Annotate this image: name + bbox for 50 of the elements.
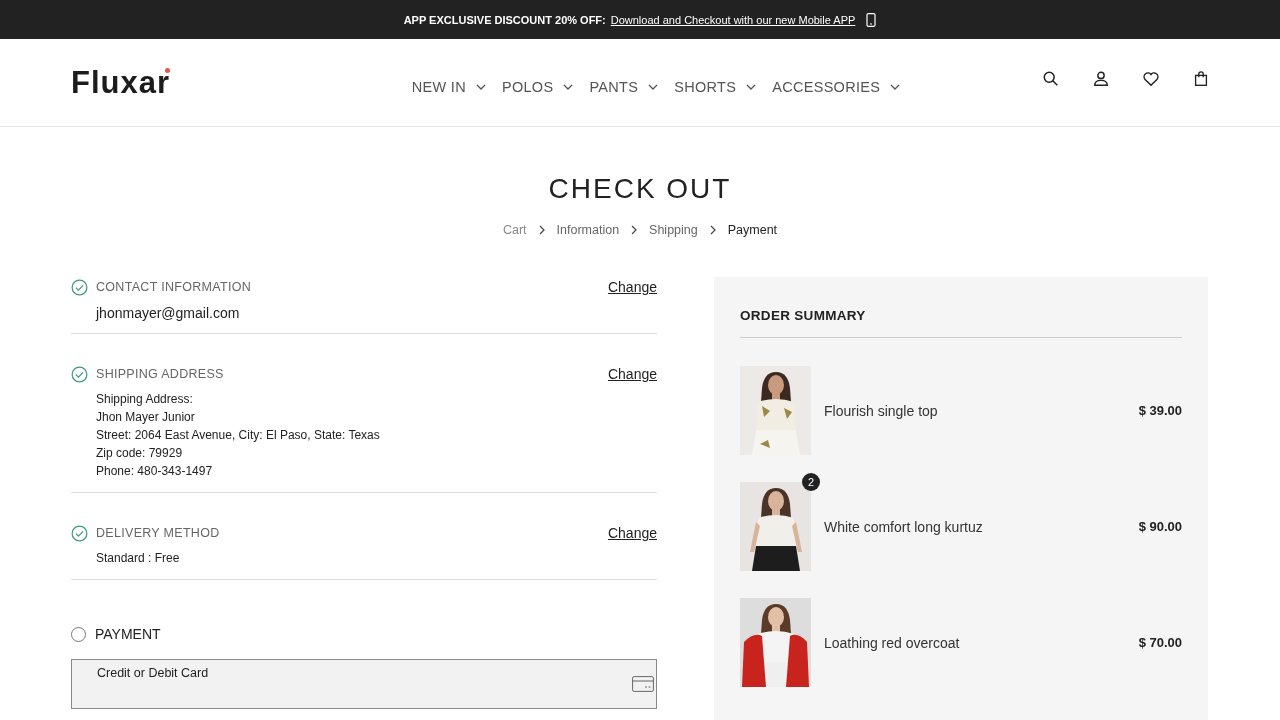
chevron-right-icon	[538, 225, 545, 235]
payment-option[interactable]: Credit or Debit Card	[71, 659, 657, 709]
product-name: Flourish single top	[824, 402, 939, 419]
app-download-link[interactable]: Download and Checkout with our new Mobile APP	[610, 13, 856, 26]
chevron-right-icon	[631, 225, 638, 235]
section-title: CONTACT INFORMATION	[96, 280, 252, 294]
nav-menu-item[interactable]: POLOS	[501, 78, 574, 95]
change-link[interactable]: Change	[607, 366, 657, 382]
detail-text: Zip code: 79929	[96, 445, 184, 462]
section-title: DELIVERY METHOD	[96, 526, 221, 540]
product-name: Loathing red overcoat	[824, 634, 961, 651]
chevron-down-icon	[648, 83, 659, 90]
detail-text: Phone: 480-343-1497	[96, 463, 214, 480]
search-icon[interactable]	[1042, 69, 1060, 88]
breadcrumb-link[interactable]: Payment	[727, 223, 778, 237]
product-price: $ 39.00	[1138, 403, 1182, 418]
nav-menu-item[interactable]: SHORTS	[674, 78, 757, 95]
chevron-right-icon	[709, 225, 716, 235]
nav-menu-item[interactable]: NEW IN	[411, 78, 486, 95]
detail-text: Jhon Mayer Junior	[96, 409, 196, 426]
breadcrumb-link[interactable]: Information	[556, 223, 620, 237]
quantity-badge: 2	[802, 473, 820, 491]
announcement-text: APP EXCLUSIVE DISCOUNT 20% OFF:	[403, 13, 606, 26]
breadcrumb-link[interactable]: Shipping	[649, 223, 698, 237]
summary-title: ORDER SUMMARY	[740, 277, 1182, 338]
chevron-down-icon	[475, 83, 486, 90]
nav-menu-item[interactable]: PANTS	[589, 78, 659, 95]
product-name: White comfort long kurtuz	[824, 518, 984, 535]
chevron-down-icon	[890, 83, 901, 90]
account-icon[interactable]	[1092, 69, 1110, 88]
section-title: SHIPPING ADDRESS	[96, 367, 225, 381]
credit-card-icon	[632, 676, 654, 692]
change-link[interactable]: Change	[607, 525, 657, 541]
detail-text: Street: 2064 East Avenue, City: El Paso, State: Texas	[96, 427, 381, 444]
page-title: CHECK OUT	[547, 173, 733, 205]
shopping-bag-icon[interactable]	[1192, 69, 1210, 88]
detail-text: jhonmayer@gmail.com	[96, 305, 241, 321]
detail-text: Standard : Free	[96, 550, 181, 567]
detail-text: Shipping Address:	[96, 391, 194, 408]
chevron-down-icon	[563, 83, 574, 90]
phone-icon	[866, 12, 877, 27]
brand-logo[interactable]: Fluxar	[71, 64, 171, 101]
section-title: PAYMENT	[95, 626, 161, 642]
product-price: $ 90.00	[1138, 519, 1182, 534]
chevron-down-icon	[746, 83, 757, 90]
product-price: $ 70.00	[1138, 635, 1182, 650]
nav-menu-item[interactable]: ACCESSORIES	[772, 78, 901, 95]
breadcrumb-link[interactable]: Cart	[502, 223, 527, 237]
change-link[interactable]: Change	[607, 279, 657, 295]
heart-icon[interactable]	[1142, 69, 1160, 88]
